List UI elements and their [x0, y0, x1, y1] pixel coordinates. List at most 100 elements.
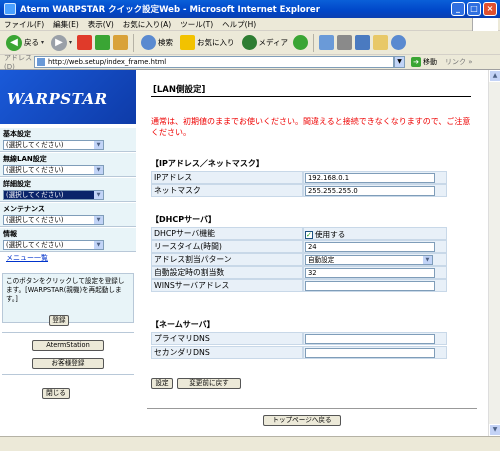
- links-label: リンク: [445, 58, 466, 66]
- dhcp-function-cell: ✓ 使用する: [302, 227, 447, 240]
- address-bar: アドレス(D) http://web.setup/index_frame.htm…: [0, 54, 500, 71]
- menu-help[interactable]: ヘルプ(H): [222, 19, 256, 30]
- secondary-dns-label: セカンダリDNS: [151, 346, 303, 359]
- menu-view[interactable]: 表示(V): [88, 19, 114, 30]
- dhcp-function-label: DHCPサーバ機能: [151, 227, 303, 240]
- scroll-up-icon[interactable]: ▲: [489, 70, 500, 82]
- nav-select-info[interactable]: (選択してください) ▼: [3, 240, 104, 250]
- checkmark-icon: ✓: [304, 230, 313, 239]
- page-icon: [37, 58, 45, 66]
- home-icon[interactable]: [113, 35, 129, 50]
- wins-server-input[interactable]: [304, 281, 435, 291]
- search-icon: [141, 35, 157, 50]
- nav-select-value: (選択してください): [6, 241, 64, 249]
- back-to-top-button[interactable]: トップページへ戻る: [263, 415, 341, 426]
- nav-section-label: 情報: [3, 230, 17, 238]
- minimize-button[interactable]: _: [451, 2, 465, 16]
- section-dhcp-title: 【DHCPサーバ】: [151, 215, 216, 224]
- nav-select-value: (選択してください): [6, 216, 64, 224]
- links-button[interactable]: リンク »: [445, 57, 473, 67]
- lease-time-input[interactable]: 24: [304, 242, 435, 252]
- address-url: http://web.setup/index_frame.html: [48, 58, 167, 66]
- dhcp-enable-label: 使用する: [314, 230, 346, 239]
- address-pattern-cell: 自動設定 ▼: [302, 253, 447, 266]
- discuss-icon[interactable]: [373, 35, 389, 50]
- refresh-icon[interactable]: [95, 35, 111, 50]
- assign-count-input[interactable]: 32: [304, 268, 435, 278]
- primary-dns-cell: [302, 332, 447, 345]
- address-dropdown-icon[interactable]: ▼: [394, 56, 405, 68]
- page-title: [LAN側設定]: [151, 84, 471, 97]
- nav-section-label: メンテナンス: [3, 205, 45, 213]
- windows-logo-icon: [472, 18, 498, 31]
- close-button[interactable]: 閉じる: [42, 388, 70, 399]
- nav-section-basic: 基本設定 (選択してください) ▼: [0, 128, 136, 152]
- row-assign-count: 自動設定時の割当数 32: [151, 266, 447, 279]
- nav-select-maintenance[interactable]: (選択してください) ▼: [3, 215, 104, 225]
- mail-icon[interactable]: [319, 35, 335, 50]
- nav-select-advanced[interactable]: (選択してください) ▼: [3, 190, 104, 200]
- ip-address-input[interactable]: 192.168.0.1: [304, 173, 435, 183]
- messenger-icon[interactable]: [391, 35, 407, 50]
- customer-register-button[interactable]: お客様登録: [32, 358, 104, 369]
- row-dhcp-function: DHCPサーバ機能 ✓ 使用する: [151, 227, 447, 240]
- lease-time-cell: 24: [302, 240, 447, 253]
- address-pattern-select[interactable]: 自動設定 ▼: [304, 255, 433, 265]
- ip-address-label: IPアドレス: [151, 171, 303, 184]
- media-button[interactable]: メディア: [240, 35, 290, 50]
- back-label: 戻る: [24, 38, 39, 47]
- set-button[interactable]: 設定: [151, 378, 173, 389]
- revert-button[interactable]: 変更前に戻す: [177, 378, 241, 389]
- vertical-scrollbar[interactable]: ▲ ▼: [488, 70, 500, 436]
- chevron-down-icon: ▾: [69, 39, 73, 46]
- nav-select-wireless[interactable]: (選択してください) ▼: [3, 165, 104, 175]
- nav-select-value: (選択してください): [6, 141, 64, 149]
- search-button[interactable]: 検索: [139, 35, 175, 50]
- dhcp-enable-checkbox[interactable]: ✓ 使用する: [304, 229, 346, 240]
- divider: [2, 374, 134, 375]
- address-label: アドレス(D): [4, 54, 32, 71]
- favorites-label: お気に入り: [197, 38, 235, 47]
- stop-icon[interactable]: [77, 35, 93, 50]
- primary-dns-label: プライマリDNS: [151, 332, 303, 345]
- secondary-dns-input[interactable]: [304, 348, 435, 358]
- scroll-down-icon[interactable]: ▼: [489, 424, 500, 436]
- address-input[interactable]: http://web.setup/index_frame.html: [34, 56, 394, 68]
- maximize-button[interactable]: □: [467, 2, 481, 16]
- close-window-button[interactable]: ×: [483, 2, 497, 16]
- back-arrow-icon: ◀: [6, 34, 22, 51]
- wins-server-cell: [302, 279, 447, 292]
- register-button[interactable]: 登録: [49, 315, 69, 326]
- menu-file[interactable]: ファイル(F): [4, 19, 44, 30]
- go-label: 移動: [423, 58, 437, 66]
- edit-icon[interactable]: [355, 35, 371, 50]
- row-netmask: ネットマスク 255.255.255.0: [151, 184, 447, 197]
- history-icon[interactable]: [293, 35, 309, 50]
- menu-edit[interactable]: 編集(E): [53, 19, 79, 30]
- menu-tools[interactable]: ツール(T): [180, 19, 213, 30]
- nav-section-info: 情報 (選択してください) ▼: [0, 228, 136, 252]
- chevron-down-icon: ▼: [94, 191, 103, 199]
- address-pattern-label: アドレス割当パターン: [151, 253, 303, 266]
- nav-section-advanced: 詳細設定 (選択してください) ▼: [0, 178, 136, 202]
- star-icon: [180, 35, 196, 50]
- search-label: 検索: [158, 38, 174, 47]
- menu-bar: ファイル(F) 編集(E) 表示(V) お気に入り(A) ツール(T) ヘルプ(…: [0, 18, 500, 31]
- netmask-input[interactable]: 255.255.255.0: [304, 186, 435, 196]
- favorites-button[interactable]: お気に入り: [178, 35, 237, 50]
- go-arrow-icon: ➔: [411, 57, 421, 67]
- page-content: WARPSTAR 基本設定 (選択してください) ▼ 無線LAN設定 (選択して…: [0, 70, 488, 436]
- left-nav-frame: WARPSTAR 基本設定 (選択してください) ▼ 無線LAN設定 (選択して…: [0, 70, 136, 436]
- forward-button[interactable]: ▶ ▾: [49, 34, 74, 51]
- go-button[interactable]: ➔ 移動: [411, 57, 437, 67]
- nav-select-basic[interactable]: (選択してください) ▼: [3, 140, 104, 150]
- aterm-station-button[interactable]: AtermStation: [32, 340, 104, 351]
- menu-list-link[interactable]: メニュー一覧: [6, 253, 48, 263]
- back-button[interactable]: ◀ 戻る ▾: [4, 34, 46, 51]
- window-titlebar: Aterm WARPSTAR クイック設定Web - Microsoft Int…: [0, 0, 500, 18]
- nav-section-maintenance: メンテナンス (選択してください) ▼: [0, 203, 136, 227]
- print-icon[interactable]: [337, 35, 353, 50]
- menu-favorites[interactable]: お気に入り(A): [123, 19, 171, 30]
- chevron-down-icon: ▼: [94, 166, 103, 174]
- primary-dns-input[interactable]: [304, 334, 435, 344]
